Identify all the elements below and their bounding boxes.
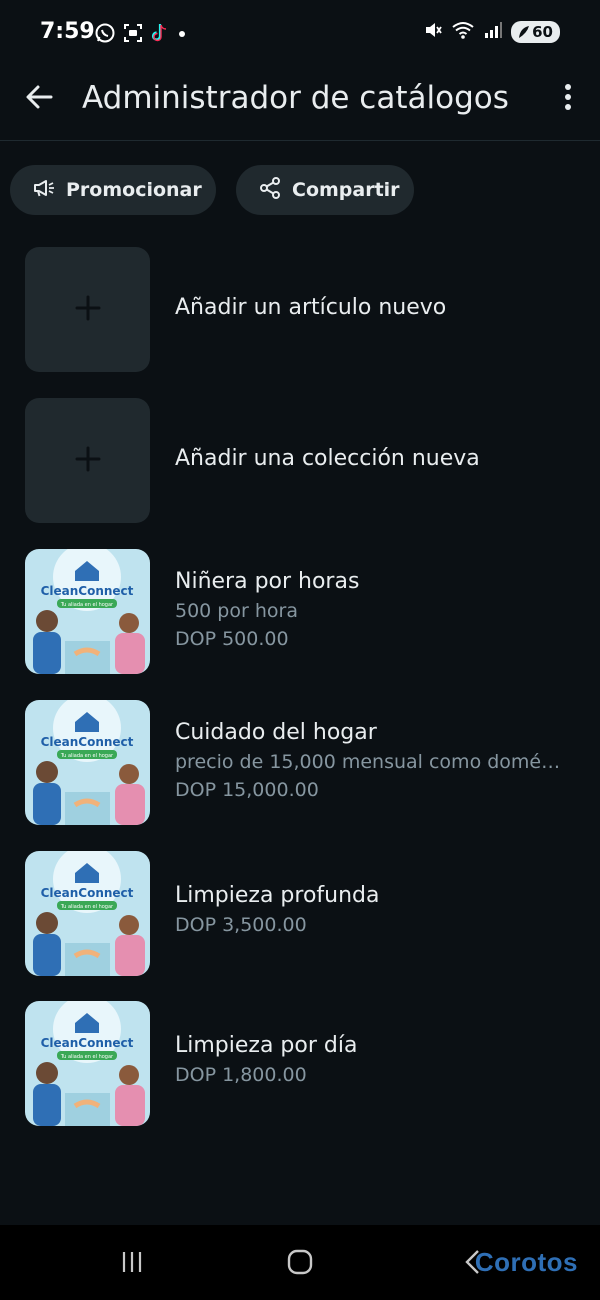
catalog-item-row[interactable]: CleanConnect Tu aliada en el hogar Cuida… [25,700,585,825]
wifi-icon [451,20,475,44]
thumbnail-brand: CleanConnect [41,886,134,900]
mute-icon [423,20,443,44]
promote-button[interactable]: Promocionar [10,165,216,215]
battery-level: 60 [532,23,553,41]
item-price: DOP 3,500.00 [175,914,307,936]
share-label: Compartir [292,179,400,201]
add-item-row[interactable]: Añadir un artículo nuevo [25,247,585,372]
product-thumbnail: CleanConnect Tu aliada en el hogar [25,1001,150,1126]
back-button[interactable] [22,82,56,116]
product-thumbnail: CleanConnect Tu aliada en el hogar [25,851,150,976]
promote-label: Promocionar [66,179,202,201]
recents-icon [118,1248,146,1280]
add-collection-tile [25,398,150,523]
thumbnail-tagline: Tu aliada en el hogar [60,753,114,759]
catalog-item-row[interactable]: CleanConnect Tu aliada en el hogar Limpi… [25,851,585,976]
thumbnail-tagline: Tu aliada en el hogar [60,602,114,608]
share-icon [258,176,282,205]
whatsapp-icon [94,22,116,48]
item-price: DOP 1,800.00 [175,1064,307,1086]
share-button[interactable]: Compartir [236,165,414,215]
scan-icon [122,22,144,48]
more-vertical-icon [564,82,572,116]
product-thumbnail: CleanConnect Tu aliada en el hogar [25,549,150,674]
item-price: DOP 500.00 [175,628,289,650]
add-item-tile [25,247,150,372]
megaphone-icon [32,177,56,204]
product-thumbnail: CleanConnect Tu aliada en el hogar [25,700,150,825]
catalog-item-row[interactable]: CleanConnect Tu aliada en el hogar Niñer… [25,549,585,674]
home-button[interactable] [280,1247,320,1281]
recents-button[interactable] [112,1247,152,1281]
add-item-label: Añadir un artículo nuevo [175,295,447,320]
page-title: Administrador de catálogos [82,80,509,116]
item-price: DOP 15,000.00 [175,779,319,801]
thumbnail-brand: CleanConnect [41,735,134,749]
item-description: 500 por hora [175,600,298,622]
status-right-icons: 60 [423,20,560,44]
more-options-button[interactable] [558,82,578,116]
thumbnail-tagline: Tu aliada en el hogar [60,1054,114,1060]
add-collection-label: Añadir una colección nueva [175,446,480,471]
item-title: Limpieza profunda [175,883,380,908]
item-title: Cuidado del hogar [175,720,377,745]
home-icon [285,1247,315,1281]
app-bar: Administrador de catálogos [0,68,600,141]
add-collection-row[interactable]: Añadir una colección nueva [25,398,585,523]
catalog-item-row[interactable]: CleanConnect Tu aliada en el hogar Limpi… [25,1001,585,1126]
signal-icon [483,20,503,44]
item-title: Niñera por horas [175,569,360,594]
thumbnail-brand: CleanConnect [41,1036,134,1050]
system-nav-bar: Corotos [0,1225,600,1300]
thumbnail-brand: CleanConnect [41,584,134,598]
plus-icon [75,295,101,325]
watermark: Corotos [474,1247,578,1277]
item-description: precio de 15,000 mensual como domé… [175,751,561,773]
thumbnail-tagline: Tu aliada en el hogar [60,904,114,910]
status-time: 7:59 [40,19,95,44]
tiktok-icon [150,22,170,48]
plus-icon [75,446,101,476]
status-left-icons [94,22,188,48]
arrow-left-icon [24,82,54,116]
battery-icon: 60 [511,21,560,43]
dot-icon [176,22,188,48]
item-title: Limpieza por día [175,1033,358,1058]
status-bar: 7:59 60 [0,0,600,68]
